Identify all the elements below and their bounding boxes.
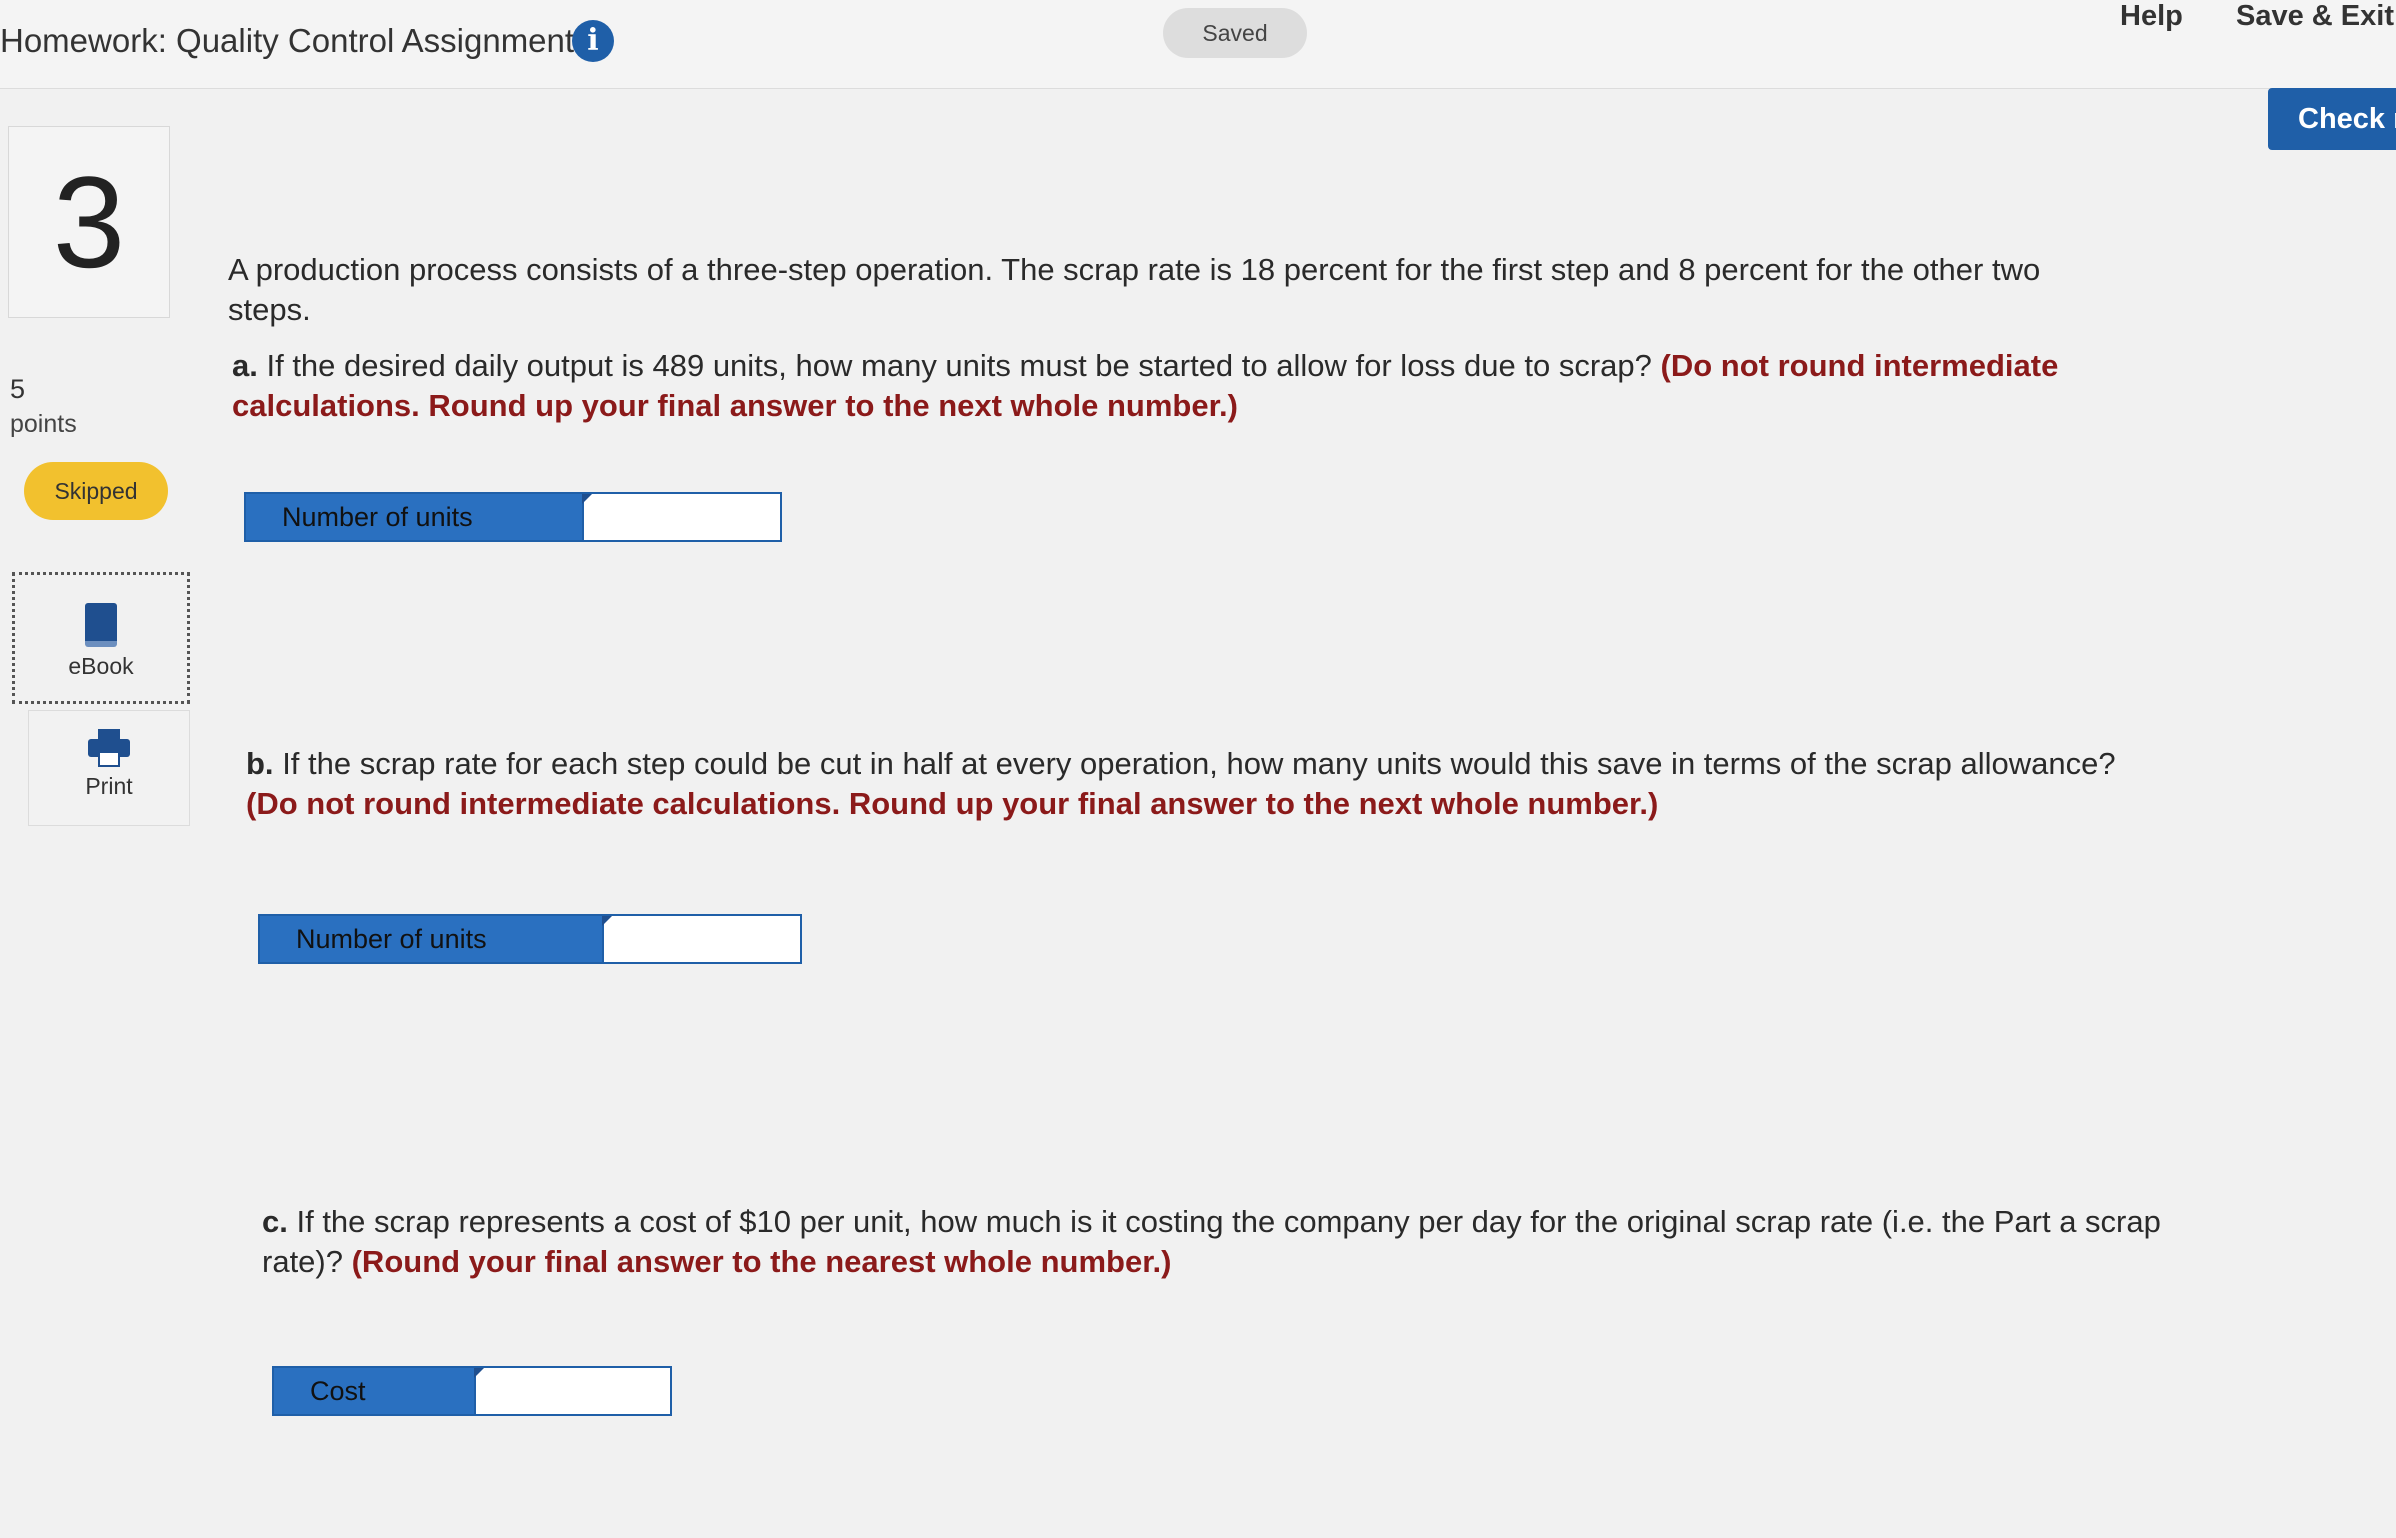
- part-b-instruction: (Do not round intermediate calculations.…: [246, 786, 1659, 821]
- part-c-answer-input[interactable]: [474, 1368, 670, 1414]
- book-icon: [85, 603, 117, 647]
- part-a-answer-input[interactable]: [582, 494, 780, 540]
- part-a-answer-row: Number of units: [244, 492, 782, 542]
- question-number: 3: [8, 126, 170, 318]
- ebook-label: eBook: [68, 653, 134, 679]
- points-label: points: [10, 410, 77, 438]
- part-c-answer-label: Cost: [274, 1368, 474, 1414]
- print-button[interactable]: Print: [28, 710, 190, 826]
- saved-status-badge: Saved: [1163, 8, 1307, 58]
- points-value: 5: [10, 374, 26, 404]
- part-b-letter: b.: [246, 746, 274, 781]
- part-b-answer-label: Number of units: [260, 916, 602, 962]
- part-a-letter: a.: [232, 348, 258, 383]
- part-a-answer-label: Number of units: [246, 494, 582, 540]
- assignment-title: Homework: Quality Control Assignment: [0, 22, 575, 59]
- part-a-text: If the desired daily output is 489 units…: [266, 348, 1652, 383]
- input-marker-icon: [582, 494, 592, 504]
- part-c-prompt: c. If the scrap represents a cost of $10…: [262, 1202, 2162, 1282]
- print-label: Print: [85, 773, 133, 799]
- part-c-letter: c.: [262, 1204, 288, 1239]
- skipped-status-badge: Skipped: [24, 462, 168, 520]
- part-b-answer-input[interactable]: [602, 916, 800, 962]
- top-bar: Homework: Quality Control Assignment i S…: [0, 0, 2396, 89]
- printer-icon: [88, 729, 130, 769]
- part-b-prompt: b. If the scrap rate for each step could…: [246, 744, 2146, 824]
- ebook-button[interactable]: eBook: [12, 572, 190, 704]
- help-link[interactable]: Help: [2120, 0, 2183, 33]
- input-marker-icon: [602, 916, 612, 926]
- input-marker-icon: [474, 1368, 484, 1378]
- save-exit-link[interactable]: Save & Exit: [2236, 0, 2394, 33]
- part-c-answer-row: Cost: [272, 1366, 672, 1416]
- part-b-answer-row: Number of units: [258, 914, 802, 964]
- check-my-work-button[interactable]: Check r: [2268, 88, 2396, 150]
- problem-statement: A production process consists of a three…: [228, 252, 2041, 327]
- part-a-prompt: a. If the desired daily output is 489 un…: [232, 346, 2132, 426]
- info-icon[interactable]: i: [572, 20, 614, 62]
- part-c-instruction: (Round your final answer to the nearest …: [351, 1244, 1172, 1279]
- part-b-text: If the scrap rate for each step could be…: [282, 746, 2116, 781]
